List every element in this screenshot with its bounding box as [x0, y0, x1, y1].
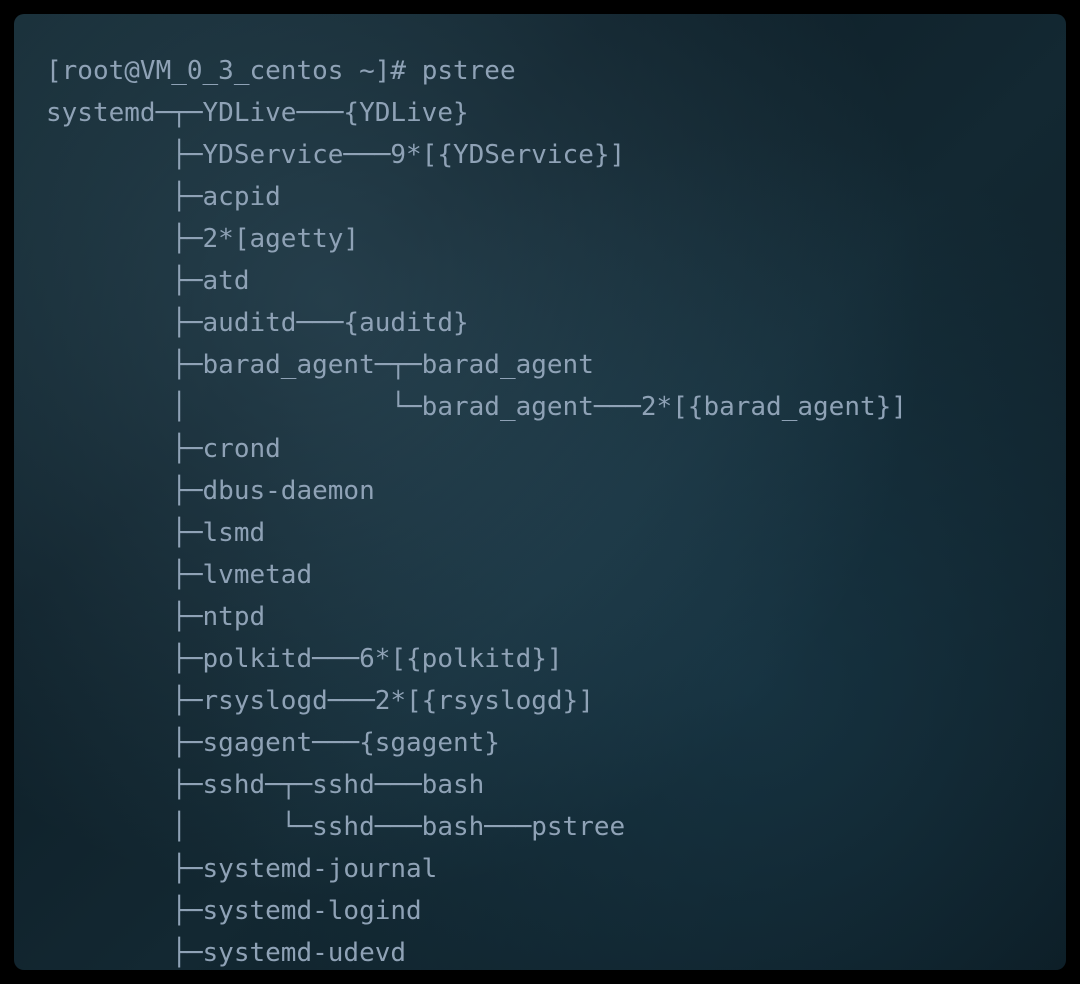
command-text: pstree	[422, 56, 516, 86]
pstree-line: ├─ntpd	[46, 602, 265, 632]
pstree-line: ├─acpid	[46, 182, 281, 212]
pstree-line: ├─dbus-daemon	[46, 476, 375, 506]
pstree-line: ├─lsmd	[46, 518, 265, 548]
pstree-line: │ └─sshd───bash───pstree	[46, 812, 625, 842]
terminal-output[interactable]: [root@VM_0_3_centos ~]# pstree systemd─┬…	[46, 50, 1046, 950]
pstree-line: ├─lvmetad	[46, 560, 312, 590]
pstree-line: ├─systemd-logind	[46, 896, 422, 926]
pstree-line: ├─2*[agetty]	[46, 224, 359, 254]
pstree-line: ├─polkitd───6*[{polkitd}]	[46, 644, 563, 674]
pstree-line: ├─sgagent───{sgagent}	[46, 728, 500, 758]
pstree-line: systemd─┬─YDLive───{YDLive}	[46, 98, 469, 128]
pstree-line: ├─rsyslogd───2*[{rsyslogd}]	[46, 686, 594, 716]
pstree-line: ├─crond	[46, 434, 281, 464]
pstree-line: ├─systemd-udevd	[46, 938, 406, 968]
pstree-line: ├─YDService───9*[{YDService}]	[46, 140, 625, 170]
pstree-line: │ └─barad_agent───2*[{barad_agent}]	[46, 392, 907, 422]
pstree-line: ├─atd	[46, 266, 250, 296]
pstree-line: ├─sshd─┬─sshd───bash	[46, 770, 484, 800]
pstree-line: ├─systemd-journal	[46, 854, 437, 884]
pstree-line: ├─auditd───{auditd}	[46, 308, 469, 338]
pstree-line: ├─barad_agent─┬─barad_agent	[46, 350, 594, 380]
terminal-window[interactable]: [root@VM_0_3_centos ~]# pstree systemd─┬…	[14, 14, 1066, 970]
shell-prompt: [root@VM_0_3_centos ~]#	[46, 56, 422, 86]
